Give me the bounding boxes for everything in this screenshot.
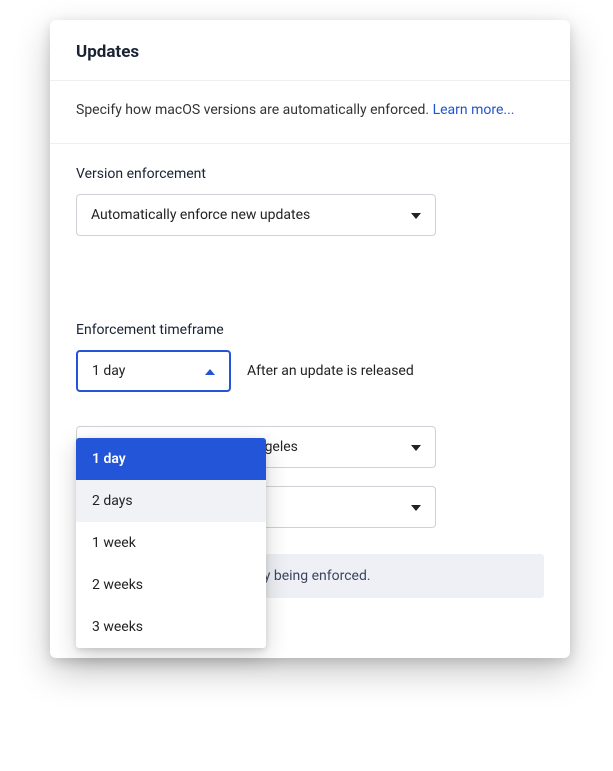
dropdown-option-2-weeks[interactable]: 2 weeks <box>76 564 266 606</box>
dropdown-option-1-day[interactable]: 1 day <box>76 438 266 480</box>
caret-down-icon <box>411 499 421 515</box>
version-enforcement-label: Version enforcement <box>76 166 544 182</box>
timeframe-dropdown-menu: 1 day 2 days 1 week 2 weeks 3 weeks <box>76 438 266 648</box>
after-update-text: After an update is released <box>247 363 414 379</box>
dropdown-option-2-days[interactable]: 2 days <box>76 480 266 522</box>
page-title: Updates <box>50 20 570 81</box>
learn-more-link[interactable]: Learn more... <box>433 102 515 118</box>
version-enforcement-block: Version enforcement Automatically enforc… <box>50 144 570 236</box>
dropdown-option-3-weeks[interactable]: 3 weeks <box>76 606 266 648</box>
description-body: Specify how macOS versions are automatic… <box>76 102 433 118</box>
timeframe-select[interactable]: 1 day <box>76 350 231 392</box>
caret-up-icon <box>205 363 215 379</box>
timeframe-row: 1 day After an update is released <box>76 350 544 392</box>
timeframe-value: 1 day <box>92 363 125 379</box>
caret-down-icon <box>411 439 421 455</box>
description-text: Specify how macOS versions are automatic… <box>50 81 570 144</box>
enforcement-timeframe-label: Enforcement timeframe <box>76 322 544 338</box>
caret-down-icon <box>411 207 421 223</box>
updates-panel: Updates Specify how macOS versions are a… <box>50 20 570 658</box>
version-enforcement-value: Automatically enforce new updates <box>91 207 310 223</box>
version-enforcement-select[interactable]: Automatically enforce new updates <box>76 194 436 236</box>
dropdown-option-1-week[interactable]: 1 week <box>76 522 266 564</box>
